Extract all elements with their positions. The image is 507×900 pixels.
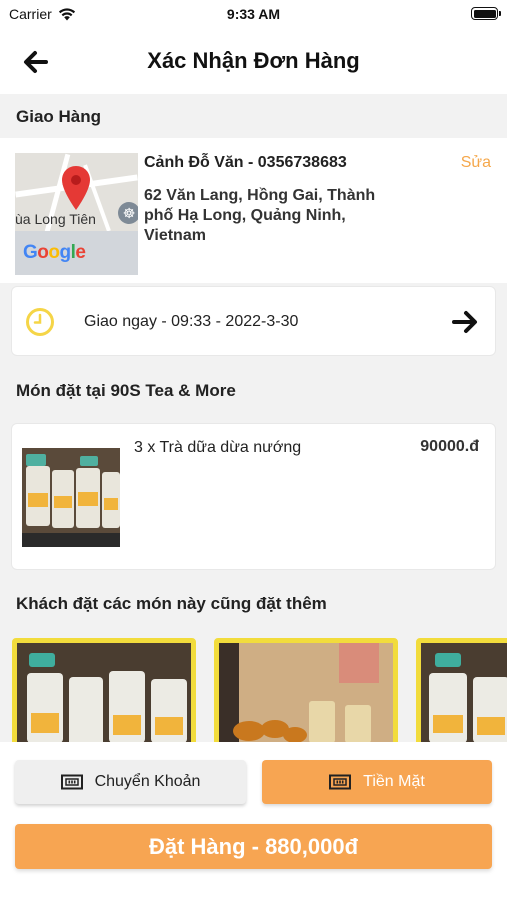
recipient-name-phone: Cảnh Đỗ Văn - 0356738683 (144, 154, 347, 171)
delivery-address: 62 Văn Lang, Hồng Gai, Thành phố Hạ Long… (144, 187, 376, 244)
cash-icon (329, 774, 352, 790)
payment-bank-transfer-label: Chuyển Khoản (94, 773, 201, 790)
payment-cash-button[interactable]: Tiền Mặt (262, 760, 492, 804)
delivery-section-title: Giao Hàng (16, 107, 102, 126)
nav-bar: Xác Nhận Đơn Hàng (0, 28, 507, 94)
payment-cash-label: Tiền Mặt (363, 773, 425, 790)
map-pin-icon (62, 166, 90, 210)
payment-panel: Chuyển Khoản Tiền Mặt Đặt Hàng - 880,000… (0, 742, 507, 900)
battery-icon (471, 7, 501, 20)
clock-time: 9:33 AM (226, 6, 281, 22)
page-title: Xác Nhận Đơn Hàng (147, 48, 360, 73)
order-item[interactable]: 3 x Trà dữa dừa nướng 90000.đ (11, 423, 496, 570)
edit-address-link[interactable]: Sửa (461, 154, 491, 172)
address-card: ùa Long Tiên ☸ Google Cảnh Đỗ Văn - 0356… (0, 138, 507, 283)
delivery-time-selector[interactable]: Giao ngay - 09:33 - 2022-3-30 (11, 286, 496, 356)
item-name: 3 x Trà dữa dừa nướng (134, 439, 302, 456)
place-order-button[interactable]: Đặt Hàng - 880,000đ (15, 824, 492, 869)
arrow-right-icon (452, 311, 477, 333)
map-thumbnail[interactable]: ùa Long Tiên ☸ Google (15, 153, 138, 275)
suggestion-item[interactable] (416, 638, 507, 742)
order-section-title: Món đặt tại 90S Tea & More (16, 381, 236, 400)
suggestions-carousel[interactable] (0, 638, 507, 742)
status-bar: Carrier 9:33 AM (0, 0, 507, 28)
cash-icon (60, 774, 83, 790)
delivery-time-label: Giao ngay - 09:33 - 2022-3-30 (84, 313, 299, 330)
map-label: ùa Long Tiên (15, 211, 96, 227)
item-price: 90000.đ (420, 438, 479, 455)
payment-bank-transfer-button[interactable]: Chuyển Khoản (15, 760, 246, 804)
clock-icon (26, 308, 54, 336)
item-photo (22, 448, 120, 547)
suggestion-item[interactable] (214, 638, 398, 742)
google-logo: Google (23, 242, 86, 263)
suggestion-item[interactable] (12, 638, 196, 742)
temple-icon: ☸ (118, 202, 138, 224)
suggestions-section-title: Khách đặt các món này cũng đặt thêm (16, 594, 327, 613)
